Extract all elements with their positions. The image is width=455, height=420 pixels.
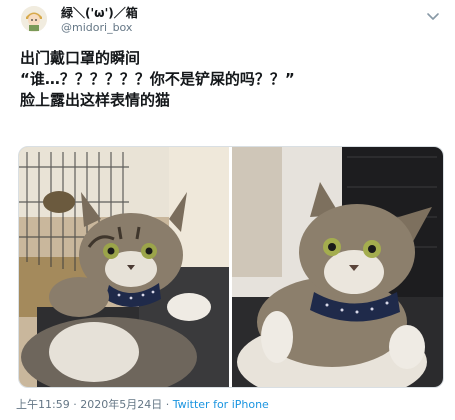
avatar[interactable] bbox=[21, 6, 47, 32]
user-handle[interactable]: @midori_box bbox=[61, 21, 132, 35]
cat-photo-left[interactable] bbox=[19, 147, 229, 387]
display-name[interactable]: 緑＼('ω')／箱 bbox=[61, 6, 138, 20]
tweet-meta: 上午11:59 · 2020年5月24日 · Twitter for iPhon… bbox=[16, 398, 269, 412]
cat-photo-right[interactable] bbox=[232, 147, 443, 387]
tweet-text: 出门戴口罩的瞬间 “谁…？？？？？？你不是铲屎的吗？？” 脸上露出这样表情的猫 bbox=[20, 48, 440, 111]
tweet-time[interactable]: 上午11:59 bbox=[16, 398, 70, 411]
tweet-source-link[interactable]: Twitter for iPhone bbox=[173, 398, 269, 411]
tweet-line: 出门戴口罩的瞬间 bbox=[20, 49, 141, 67]
tweet-card: 緑＼('ω')／箱 @midori_box 出门戴口罩的瞬间 “谁…？？？？？？… bbox=[0, 0, 455, 420]
tweet-line: “谁…？？？？？？你不是铲屎的吗？？” bbox=[20, 70, 295, 88]
separator: · bbox=[69, 398, 81, 411]
separator: · bbox=[162, 398, 173, 411]
tweet-line: 脸上露出这样表情的猫 bbox=[20, 91, 171, 109]
tweet-date[interactable]: 2020年5月24日 bbox=[80, 398, 162, 411]
avatar-image bbox=[21, 6, 47, 32]
media-grid bbox=[18, 146, 444, 388]
chevron-down-icon[interactable] bbox=[426, 7, 440, 20]
